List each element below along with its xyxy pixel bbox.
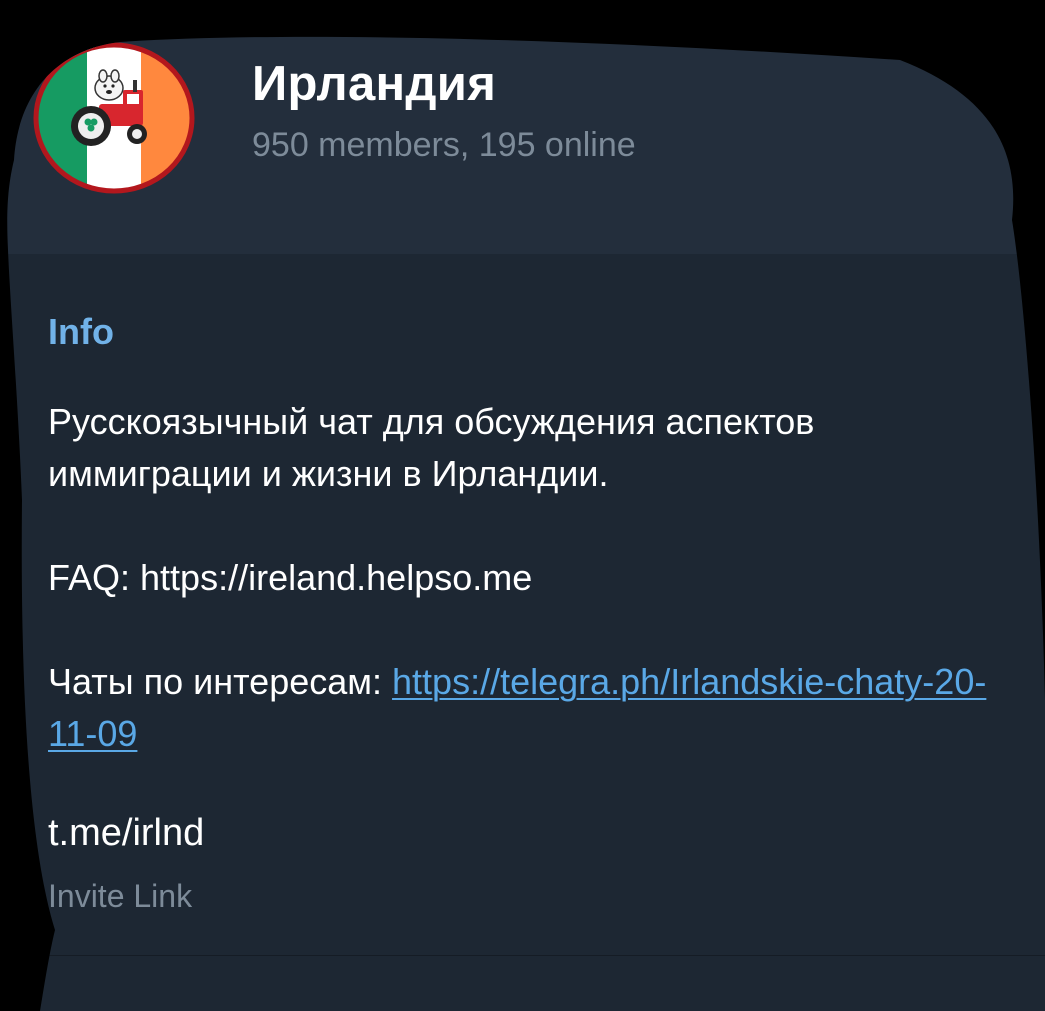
chats-prefix: Чаты по интересам:: [48, 661, 393, 702]
chat-avatar[interactable]: [33, 42, 195, 194]
chats-line: Чаты по интересам: https://telegra.ph/Ir…: [48, 656, 1008, 760]
faq-url: https://ireland.helpso.me: [140, 557, 533, 598]
divider: [48, 955, 1045, 956]
ireland-flag-tractor-icon: [33, 42, 195, 194]
description-text: Русскоязычный чат для обсуждения аспекто…: [48, 401, 815, 494]
chat-title: Ирландия: [252, 57, 497, 111]
member-count: 950 members, 195 online: [252, 126, 636, 164]
faq-prefix: FAQ:: [48, 557, 141, 598]
chat-description: Русскоязычный чат для обсуждения аспекто…: [48, 396, 1008, 760]
screenshot-stage: Ирландия 950 members, 195 online Info Ру…: [0, 0, 1045, 1011]
invite-link-value[interactable]: t.me/irlnd: [48, 812, 204, 855]
info-section-label: Info: [48, 311, 114, 352]
invite-link-label: Invite Link: [48, 878, 193, 914]
chat-info-panel: Ирландия 950 members, 195 online Info Ру…: [0, 0, 1045, 1011]
faq-line: FAQ: https://ireland.helpso.me: [48, 552, 1008, 604]
